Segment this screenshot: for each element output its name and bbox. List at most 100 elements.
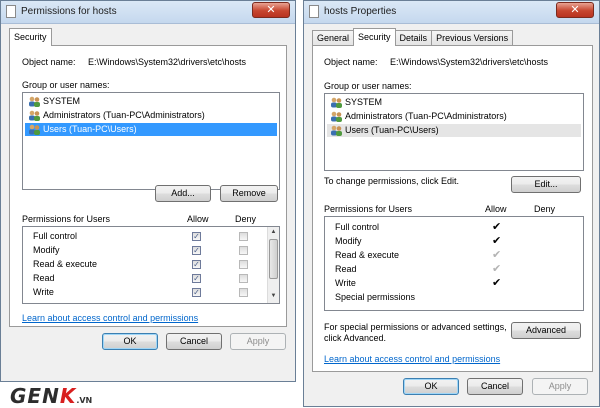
permission-name: Read bbox=[335, 264, 357, 274]
close-icon[interactable]: ✕ bbox=[252, 2, 290, 18]
permission-name: Read & execute bbox=[33, 259, 98, 269]
list-item[interactable]: Users (Tuan-PC\Users) bbox=[327, 124, 581, 137]
special-permissions-text-2: click Advanced. bbox=[324, 333, 387, 343]
permission-name: Read & execute bbox=[335, 250, 400, 260]
check-icon: ✔ bbox=[492, 221, 502, 233]
object-name-label: Object name: bbox=[324, 57, 378, 67]
logo-text: GEN bbox=[10, 384, 60, 408]
permissions-list: Full control Modify Read & execute Read … bbox=[324, 216, 584, 311]
list-item[interactable]: Administrators (Tuan-PC\Administrators) bbox=[327, 110, 581, 123]
deny-header: Deny bbox=[235, 214, 257, 224]
tab-security[interactable]: Security bbox=[9, 28, 52, 46]
permission-name: Full control bbox=[33, 231, 78, 241]
special-permissions-text: For special permissions or advanced sett… bbox=[324, 322, 507, 332]
genk-logo: GENK.VN bbox=[10, 384, 92, 408]
security-panel: Object name: E:\Windows\System32\drivers… bbox=[9, 45, 287, 327]
logo-accent: K bbox=[59, 384, 77, 408]
apply-button[interactable]: Apply bbox=[532, 378, 588, 395]
permissions-dialog: Permissions for hosts ✕ Security Object … bbox=[0, 0, 296, 382]
permission-name: Full control bbox=[335, 222, 380, 232]
allow-header: Allow bbox=[485, 204, 507, 214]
scroll-down-icon[interactable]: ▼ bbox=[268, 291, 279, 302]
cancel-button[interactable]: Cancel bbox=[467, 378, 523, 395]
object-name-label: Object name: bbox=[22, 57, 76, 67]
list-item[interactable]: Users (Tuan-PC\Users) bbox=[25, 123, 277, 136]
security-panel: Object name: E:\Windows\System32\drivers… bbox=[312, 45, 593, 372]
user-name: Users (Tuan-PC\Users) bbox=[345, 125, 439, 135]
group-label: Group or user names: bbox=[324, 81, 412, 91]
permission-name: Write bbox=[33, 287, 54, 297]
permissions-scrollbar[interactable]: ▲ ▼ bbox=[267, 227, 279, 303]
allow-checkbox[interactable]: ✓ bbox=[192, 274, 201, 283]
permission-name: Read bbox=[33, 273, 55, 283]
object-name-value: E:\Windows\System32\drivers\etc\hosts bbox=[88, 57, 247, 67]
add-button[interactable]: Add... bbox=[155, 185, 211, 202]
tab-details[interactable]: Details bbox=[394, 30, 433, 46]
allow-checkbox[interactable]: ✓ bbox=[192, 260, 201, 269]
edit-button[interactable]: Edit... bbox=[511, 176, 581, 193]
user-name: Administrators (Tuan-PC\Administrators) bbox=[345, 111, 507, 121]
allow-checkbox[interactable]: ✓ bbox=[192, 232, 201, 241]
permissions-label: Permissions for Users bbox=[22, 214, 111, 224]
learn-more-link[interactable]: Learn about access control and permissio… bbox=[324, 354, 500, 364]
scroll-thumb[interactable] bbox=[269, 239, 278, 279]
remove-button[interactable]: Remove bbox=[220, 185, 278, 202]
check-icon: ✔ bbox=[492, 277, 502, 289]
permissions-list: Full control Modify Read & execute Read … bbox=[22, 226, 280, 304]
logo-suffix: .VN bbox=[76, 396, 93, 405]
user-group-icon bbox=[29, 110, 40, 121]
list-item[interactable]: Administrators (Tuan-PC\Administrators) bbox=[25, 109, 277, 122]
deny-checkbox[interactable] bbox=[239, 274, 248, 283]
user-group-icon bbox=[331, 111, 342, 122]
close-icon[interactable]: ✕ bbox=[556, 2, 594, 18]
permission-name: Special permissions bbox=[335, 292, 416, 302]
check-icon: ✔ bbox=[492, 263, 502, 275]
cancel-button[interactable]: Cancel bbox=[166, 333, 222, 350]
user-name: SYSTEM bbox=[345, 97, 383, 107]
learn-more-link[interactable]: Learn about access control and permissio… bbox=[22, 313, 198, 323]
check-icon: ✔ bbox=[492, 235, 502, 247]
allow-checkbox[interactable]: ✓ bbox=[192, 246, 201, 255]
list-item[interactable]: SYSTEM bbox=[327, 96, 581, 109]
deny-checkbox[interactable] bbox=[239, 288, 248, 297]
apply-button[interactable]: Apply bbox=[230, 333, 286, 350]
user-group-icon bbox=[331, 97, 342, 108]
permission-name: Modify bbox=[335, 236, 362, 246]
user-listbox[interactable]: SYSTEM Administrators (Tuan-PC\Administr… bbox=[22, 92, 280, 190]
deny-header: Deny bbox=[534, 204, 556, 214]
permission-name: Modify bbox=[33, 245, 60, 255]
properties-titlebar[interactable]: hosts Properties ✕ bbox=[304, 1, 599, 24]
allow-header: Allow bbox=[187, 214, 209, 224]
user-group-icon bbox=[29, 124, 40, 135]
deny-checkbox[interactable] bbox=[239, 246, 248, 255]
ok-button[interactable]: OK bbox=[102, 333, 158, 350]
change-permissions-text: To change permissions, click Edit. bbox=[324, 176, 460, 186]
tab-general[interactable]: General bbox=[312, 30, 355, 46]
list-item[interactable]: SYSTEM bbox=[25, 95, 277, 108]
deny-checkbox[interactable] bbox=[239, 260, 248, 269]
tab-security[interactable]: Security bbox=[353, 28, 396, 46]
file-icon bbox=[309, 5, 319, 18]
properties-dialog: hosts Properties ✕ General Security Deta… bbox=[303, 0, 600, 407]
permission-name: Write bbox=[335, 278, 356, 288]
scroll-up-icon[interactable]: ▲ bbox=[268, 227, 279, 238]
permissions-label: Permissions for Users bbox=[324, 204, 413, 214]
permissions-title: Permissions for hosts bbox=[21, 6, 117, 17]
ok-button[interactable]: OK bbox=[403, 378, 459, 395]
user-name: SYSTEM bbox=[43, 96, 81, 106]
check-icon: ✔ bbox=[492, 249, 502, 261]
user-group-icon bbox=[331, 125, 342, 136]
tab-previous-versions[interactable]: Previous Versions bbox=[431, 30, 514, 46]
user-group-icon bbox=[29, 96, 40, 107]
object-name-value: E:\Windows\System32\drivers\etc\hosts bbox=[390, 57, 549, 67]
deny-checkbox[interactable] bbox=[239, 232, 248, 241]
file-icon bbox=[6, 5, 16, 18]
user-name: Administrators (Tuan-PC\Administrators) bbox=[43, 110, 205, 120]
user-name: Users (Tuan-PC\Users) bbox=[43, 124, 137, 134]
advanced-button[interactable]: Advanced bbox=[511, 322, 581, 339]
permissions-titlebar[interactable]: Permissions for hosts ✕ bbox=[1, 1, 295, 24]
allow-checkbox[interactable]: ✓ bbox=[192, 288, 201, 297]
group-label: Group or user names: bbox=[22, 80, 110, 90]
user-listbox[interactable]: SYSTEM Administrators (Tuan-PC\Administr… bbox=[324, 93, 584, 171]
properties-title: hosts Properties bbox=[324, 6, 397, 17]
